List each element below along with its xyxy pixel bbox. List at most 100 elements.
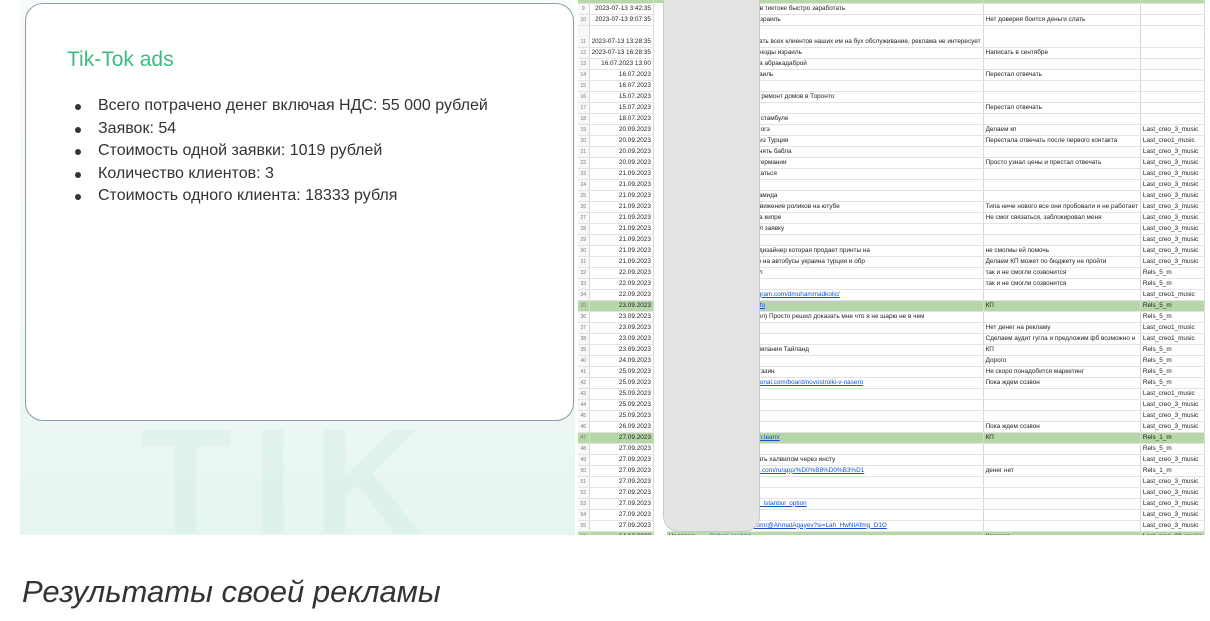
date-cell[interactable]: 2023-07-13 3:42:35 (589, 3, 654, 15)
date-cell[interactable]: 15.07.2023 (589, 91, 654, 103)
source-cell[interactable]: Last_creo_3_music (1140, 146, 1205, 158)
comment-cell[interactable] (983, 190, 1141, 202)
date-cell[interactable]: 25.09.2023 (589, 366, 654, 378)
source-cell[interactable]: Last_creo_3_music (1140, 201, 1205, 213)
comment-cell[interactable]: не смогмы ей помочь (983, 245, 1141, 257)
source-cell[interactable] (1140, 102, 1205, 114)
source-cell[interactable]: Last_creo_3_music (1140, 509, 1205, 521)
date-cell[interactable]: 16.07.2023 (589, 69, 654, 81)
source-cell[interactable]: Rels_5_m (1140, 377, 1205, 389)
row-number[interactable]: 56 (578, 531, 590, 535)
row-number[interactable]: 29 (578, 234, 590, 246)
comment-cell[interactable]: так и не смогли созвонится (983, 267, 1141, 279)
comment-cell[interactable] (983, 223, 1141, 235)
date-cell[interactable]: 22.09.2023 (589, 278, 654, 290)
date-cell[interactable]: 16.07.2023 13:00 (589, 58, 654, 70)
source-cell[interactable]: Last_creo_3_music (1140, 520, 1205, 532)
source-cell[interactable]: Last_creo_3_music (1140, 223, 1205, 235)
date-cell[interactable]: 26.09.2023 (589, 421, 654, 433)
comment-cell[interactable]: так и не смогли созвонится (983, 278, 1141, 290)
row-number[interactable]: 25 (578, 190, 590, 202)
row-number[interactable]: 49 (578, 454, 590, 466)
date-cell[interactable]: 21.09.2023 (589, 223, 654, 235)
comment-cell[interactable]: Не смог связаться, заблокировал меня (983, 212, 1141, 224)
row-number[interactable]: 30 (578, 245, 590, 257)
comment-cell[interactable]: Типа ниче нового все они пробовали и не … (983, 201, 1141, 213)
source-cell[interactable]: Last_creo_22_music (1140, 531, 1205, 535)
row-number[interactable]: 20 (578, 135, 590, 147)
comment-cell[interactable]: Перестала отвечать после первого контакт… (983, 135, 1141, 147)
row-number[interactable]: 36 (578, 311, 590, 323)
comment-cell[interactable] (983, 443, 1141, 455)
row-number[interactable]: 9 (578, 3, 590, 15)
comment-cell[interactable]: Написать в сентябре (983, 47, 1141, 59)
row-number[interactable]: 44 (578, 399, 590, 411)
date-cell[interactable]: 2023-07-13 9:07:35 (589, 14, 654, 26)
source-cell[interactable]: Last_creo1_music (1140, 135, 1205, 147)
source-cell[interactable] (1140, 69, 1205, 81)
row-number[interactable]: 17 (578, 102, 590, 114)
row-number[interactable]: 40 (578, 355, 590, 367)
row-number[interactable]: 15 (578, 80, 590, 92)
row-number[interactable]: 21 (578, 146, 590, 158)
comment-cell[interactable] (983, 476, 1141, 488)
comment-cell[interactable]: Нет доверия боится деньги слать (983, 14, 1141, 26)
row-number[interactable]: 50 (578, 465, 590, 477)
source-cell[interactable]: Last_creo_3_music (1140, 190, 1205, 202)
comment-cell[interactable]: Нет денег на рекламу (983, 322, 1141, 334)
comment-cell[interactable]: Не скоро понадобится маркетинг (983, 366, 1141, 378)
date-cell[interactable]: 27.09.2023 (589, 487, 654, 499)
row-number[interactable]: 13 (578, 58, 590, 70)
date-cell[interactable]: 2023-07-13 13:28:35 (589, 25, 654, 48)
date-cell[interactable]: 21.09.2023 (589, 256, 654, 268)
source-cell[interactable]: Last_creo1_music (1140, 333, 1205, 345)
source-cell[interactable]: Last_creo_3_music (1140, 234, 1205, 246)
comment-cell[interactable] (983, 3, 1141, 15)
comment-cell[interactable] (983, 58, 1141, 70)
comment-cell[interactable] (983, 146, 1141, 158)
date-cell[interactable]: 2023-07-13 16:28:35 (589, 47, 654, 59)
date-cell[interactable]: 27.09.2023 (589, 465, 654, 477)
source-cell[interactable]: Rels_5_m (1140, 355, 1205, 367)
row-number[interactable]: 34 (578, 289, 590, 301)
date-cell[interactable]: 23.09.2023 (589, 300, 654, 312)
row-number[interactable]: 46 (578, 421, 590, 433)
row-number[interactable]: 39 (578, 344, 590, 356)
source-cell[interactable] (1140, 91, 1205, 103)
source-cell[interactable]: Rels_5_m (1140, 443, 1205, 455)
date-cell[interactable]: 23.09.2023 (589, 322, 654, 334)
comment-cell[interactable] (983, 509, 1141, 521)
row-number[interactable]: 37 (578, 322, 590, 334)
date-cell[interactable]: 22.09.2023 (589, 289, 654, 301)
comment-cell[interactable]: Дорого (983, 355, 1141, 367)
row-number[interactable]: 12 (578, 47, 590, 59)
row-number[interactable]: 53 (578, 498, 590, 510)
comment-cell[interactable]: КП (983, 432, 1141, 444)
source-cell[interactable]: Last_creo1_music (1140, 289, 1205, 301)
comment-cell[interactable] (983, 487, 1141, 499)
source-cell[interactable]: Rels_5_m (1140, 278, 1205, 290)
source-cell[interactable]: Last_creo_3_music (1140, 410, 1205, 422)
hidden-cell[interactable] (653, 531, 666, 535)
source-cell[interactable]: Last_creo_3_music (1140, 487, 1205, 499)
date-cell[interactable]: 27.09.2023 (589, 498, 654, 510)
row-number[interactable]: 28 (578, 223, 590, 235)
date-cell[interactable]: 20.09.2023 (589, 135, 654, 147)
row-number[interactable]: 55 (578, 520, 590, 532)
comment-cell[interactable] (983, 520, 1141, 532)
comment-cell[interactable] (983, 498, 1141, 510)
date-cell[interactable]: 15.07.2023 (589, 102, 654, 114)
comment-cell[interactable] (983, 168, 1141, 180)
comment-cell[interactable]: КП (983, 344, 1141, 356)
date-cell[interactable]: 20.09.2023 (589, 157, 654, 169)
date-cell[interactable]: 21.09.2023 (589, 245, 654, 257)
row-number[interactable]: 54 (578, 509, 590, 521)
source-cell[interactable] (1140, 58, 1205, 70)
comment-cell[interactable] (983, 91, 1141, 103)
comment-cell[interactable]: Пока ждем созвон (983, 377, 1141, 389)
row-number[interactable]: 35 (578, 300, 590, 312)
row-number[interactable]: 24 (578, 179, 590, 191)
row-number[interactable]: 22 (578, 157, 590, 169)
row-number[interactable]: 51 (578, 476, 590, 488)
row-number[interactable]: 27 (578, 212, 590, 224)
